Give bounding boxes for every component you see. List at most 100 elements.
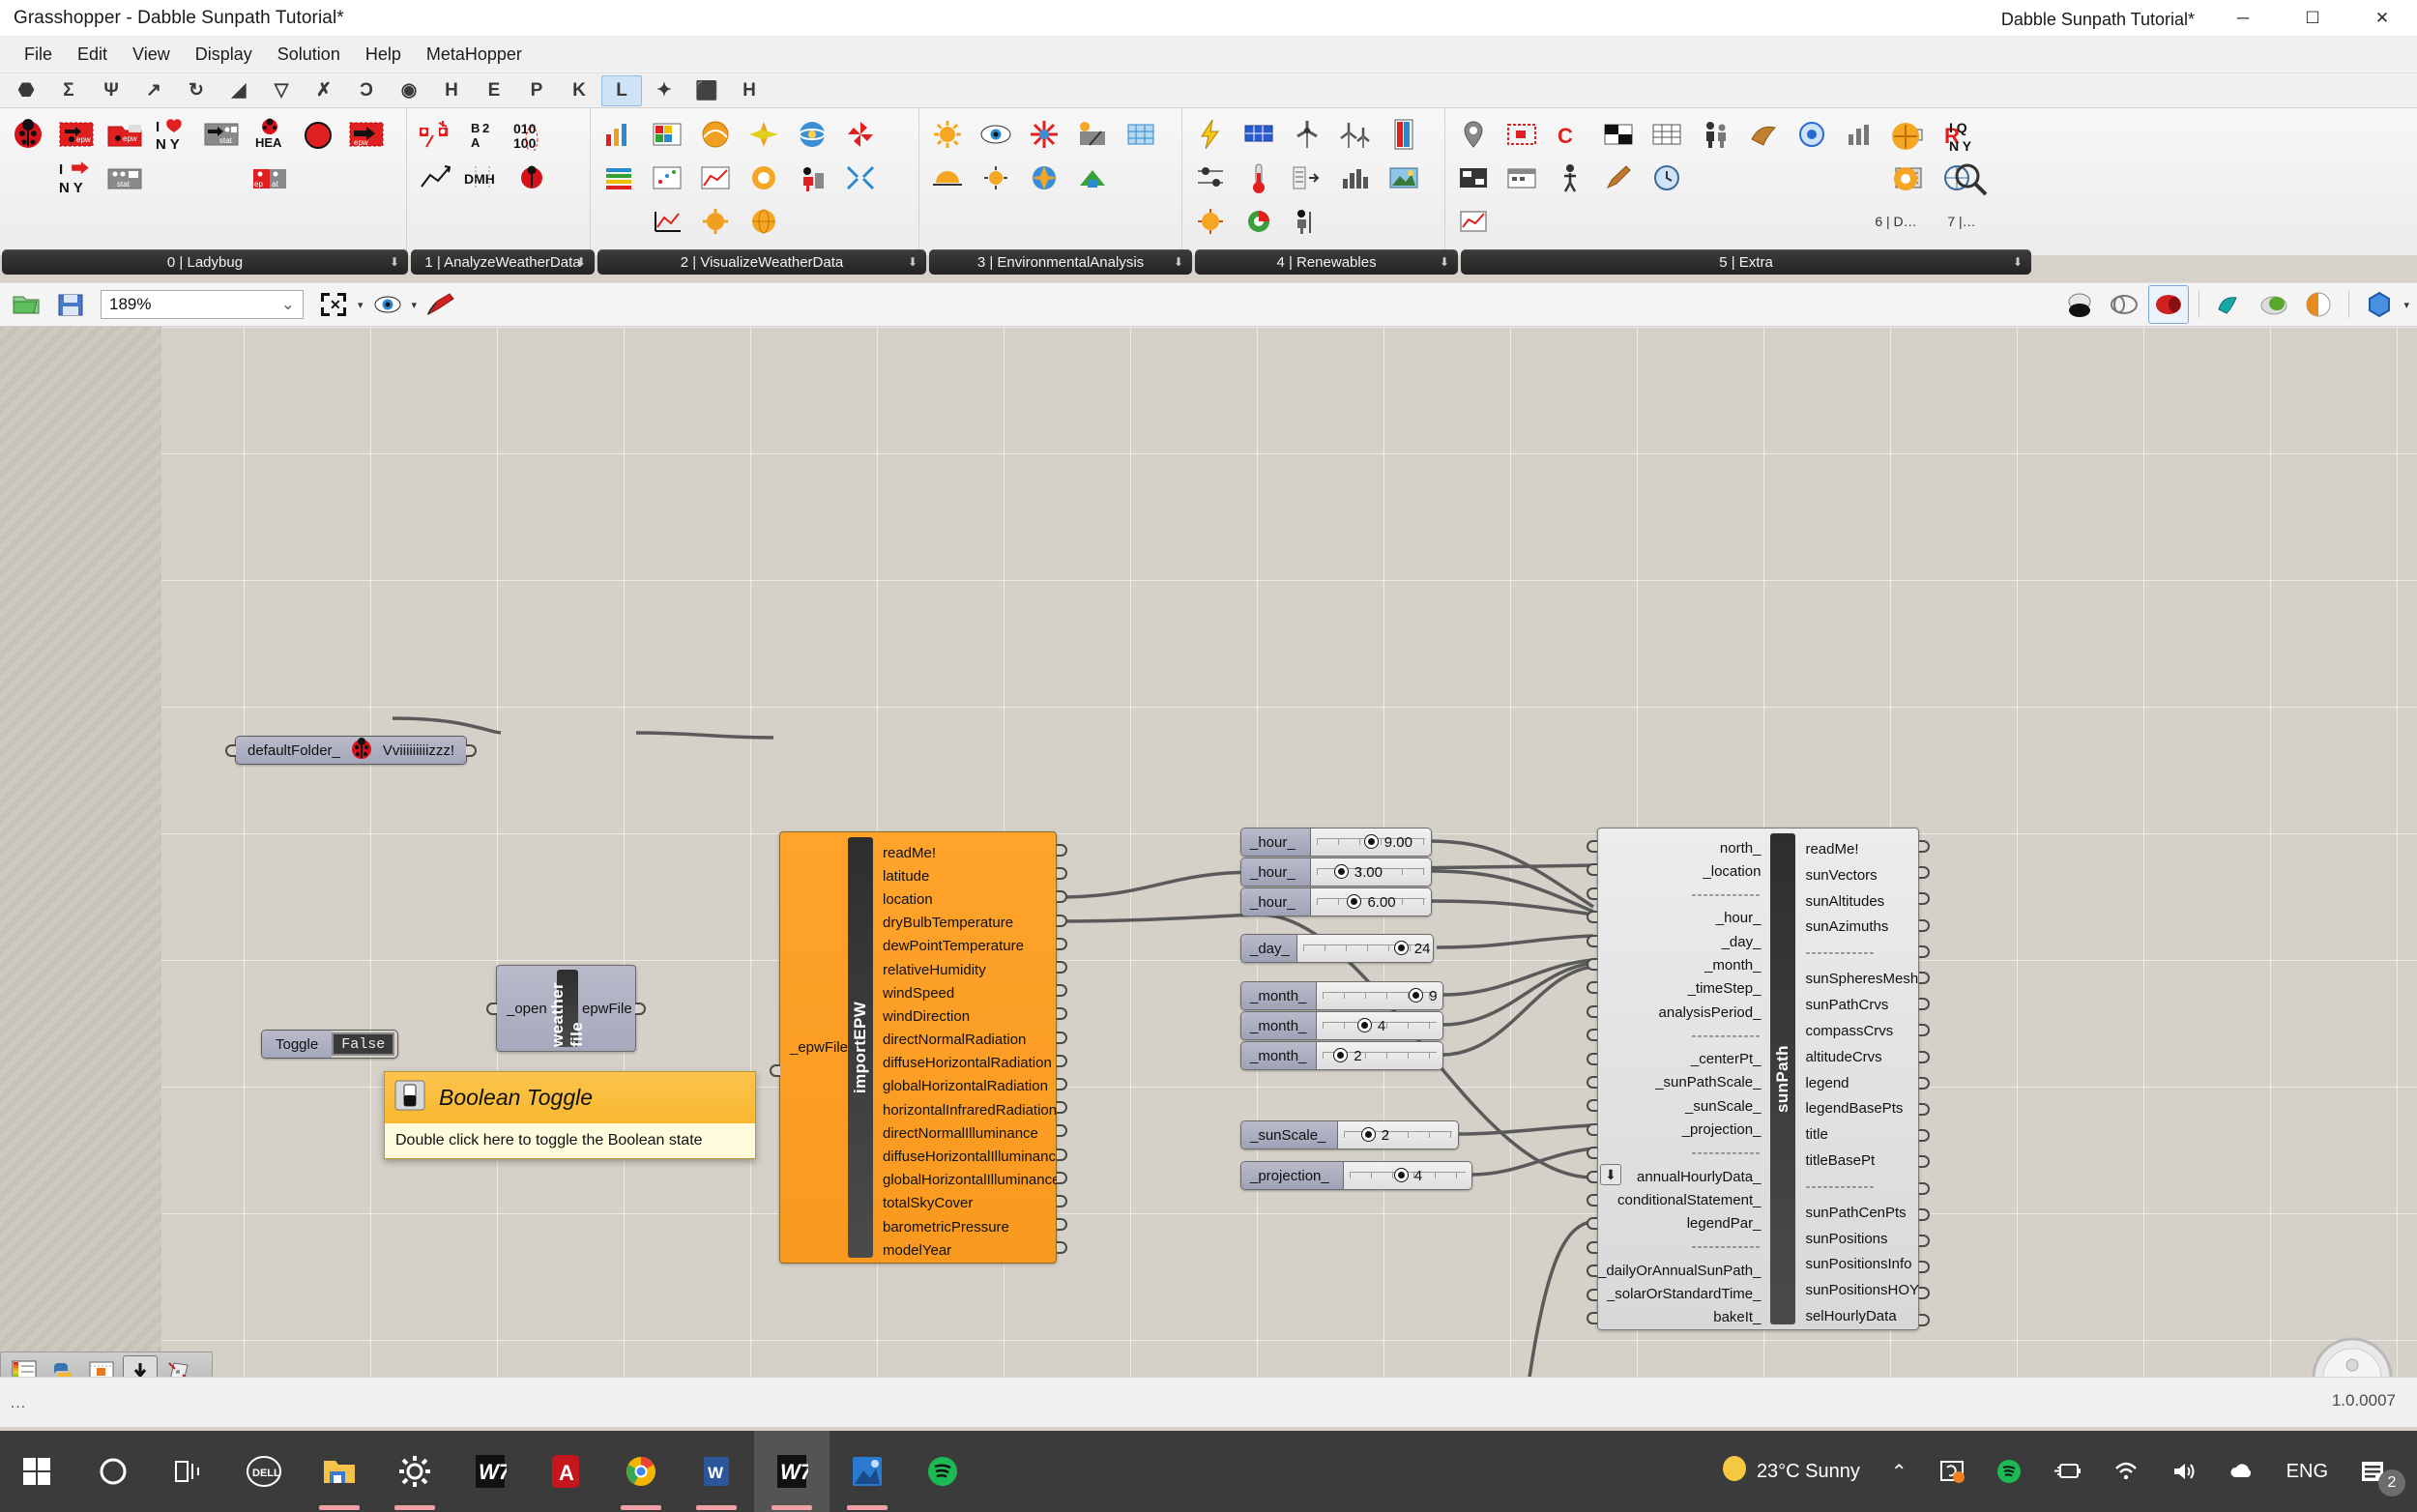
sunpath-input-nub-14[interactable]: [1587, 1171, 1597, 1183]
stat-import-icon[interactable]: stat: [197, 112, 246, 156]
menu-solution[interactable]: Solution: [265, 41, 353, 69]
sun-small-icon[interactable]: [972, 156, 1020, 199]
close-button[interactable]: ✕: [2347, 0, 2417, 37]
table-icon[interactable]: [1643, 112, 1691, 156]
month-slider-2-track[interactable]: 4: [1317, 1012, 1442, 1039]
people-icon[interactable]: [1691, 112, 1739, 156]
ladybug-red-icon[interactable]: [294, 112, 342, 156]
projection-slider-output-nub[interactable]: [1471, 1169, 1472, 1181]
sunpath-input-nub-7[interactable]: [1587, 1005, 1597, 1018]
sunpath-output-nub-13[interactable]: [1919, 1182, 1930, 1195]
month-slider-2[interactable]: _month_4: [1240, 1011, 1443, 1040]
ladybug-tab[interactable]: L: [601, 75, 642, 106]
data-list-icon[interactable]: [1283, 156, 1331, 199]
sunpath-input-nub-0[interactable]: [1587, 840, 1597, 853]
import-epw-input-nub[interactable]: [770, 1064, 780, 1077]
day-slider[interactable]: _day_24: [1240, 934, 1434, 963]
blue-target-icon[interactable]: [1788, 112, 1836, 156]
zoom-extents-icon[interactable]: ✕: [313, 285, 354, 324]
sunpath-input-nub-18[interactable]: [1587, 1265, 1597, 1277]
histogram-icon[interactable]: [1331, 156, 1380, 199]
ribbon-tab-2[interactable]: 2 | VisualizeWeatherData⬇: [597, 249, 926, 275]
projection-slider-track[interactable]: 4: [1344, 1162, 1471, 1189]
sunpath-input-nub-12[interactable]: [1587, 1123, 1597, 1136]
wind-turbine-icon[interactable]: [1283, 112, 1331, 156]
sunpath-output-2[interactable]: sunAltitudes: [1795, 888, 1919, 915]
intersect-tab[interactable]: ✗: [304, 75, 344, 106]
sunpath-output-8[interactable]: altitudeCrvs: [1795, 1044, 1919, 1070]
onedrive-sync-icon[interactable]: [1923, 1431, 1981, 1512]
wireframe-preview-icon[interactable]: [2104, 285, 2144, 324]
import-epw-output-6[interactable]: windSpeed: [873, 981, 1056, 1004]
sunscale-slider-output-nub[interactable]: [1458, 1128, 1459, 1141]
radiation-rose-icon[interactable]: [836, 112, 885, 156]
sunpath-input-nub-10[interactable]: [1587, 1076, 1597, 1089]
import-epw-output-nub-3[interactable]: [1057, 915, 1067, 927]
sunpath-input-nub-6[interactable]: [1587, 981, 1597, 994]
sunpath-output-16[interactable]: sunPositionsInfo: [1795, 1252, 1919, 1278]
human-tab[interactable]: H: [729, 75, 770, 106]
import-epw-output-17[interactable]: modelYear: [873, 1238, 1056, 1262]
import-epw-output-13[interactable]: diffuseHorizontalIlluminance: [873, 1145, 1056, 1168]
menu-view[interactable]: View: [120, 41, 183, 69]
import-epw-output-3[interactable]: dryBulbTemperature: [873, 912, 1056, 935]
epw-arrow-icon[interactable]: epw: [342, 112, 391, 156]
sunpath-output-nub-18[interactable]: [1919, 1314, 1930, 1326]
import-epw-output-8[interactable]: directNormalRadiation: [873, 1029, 1056, 1052]
import-epw-output-15[interactable]: totalSkyCover: [873, 1192, 1056, 1215]
sunpath-input-nub-3[interactable]: [1587, 911, 1597, 923]
word-icon[interactable]: W: [679, 1431, 754, 1512]
globe-icon[interactable]: [740, 199, 788, 243]
hour-slider-2-track[interactable]: 3.00: [1311, 858, 1431, 886]
photos-icon[interactable]: [830, 1431, 905, 1512]
bar-chart-small-icon[interactable]: [1836, 112, 1884, 156]
battery-icon[interactable]: [2037, 1431, 2097, 1512]
sunpath-input-nub-9[interactable]: [1587, 1053, 1597, 1065]
weather-widget[interactable]: 23°C Sunny: [1704, 1431, 1876, 1512]
import-epw-output-0[interactable]: readMe!: [873, 841, 1056, 864]
sun-rays-icon[interactable]: [923, 112, 972, 156]
iq-ny-icon[interactable]: I QN Y: [1947, 114, 1995, 158]
sunpath-input-12[interactable]: _projection_: [1598, 1118, 1770, 1141]
stat-file-icon[interactable]: stat: [101, 156, 149, 199]
bar-sliders-icon[interactable]: [1186, 156, 1235, 199]
chevron-down-icon[interactable]: ⬇: [1174, 255, 1183, 269]
open-weather-file-component[interactable]: _open weather file epwFile: [496, 965, 636, 1052]
import-epw-output-nub-8[interactable]: [1057, 1032, 1067, 1044]
preview-eye-icon[interactable]: [367, 285, 408, 324]
boolean-toggle[interactable]: Toggle False: [261, 1030, 398, 1059]
sunpath-input-15[interactable]: conditionalStatement_: [1598, 1188, 1770, 1211]
color-gradient-icon[interactable]: [1380, 112, 1428, 156]
sunpath-output-15[interactable]: sunPositions: [1795, 1226, 1919, 1252]
sunpath-input-16[interactable]: legendPar_: [1598, 1212, 1770, 1236]
honeybee-tab[interactable]: H: [431, 75, 472, 106]
hour-slider-3-track[interactable]: 6.00: [1311, 888, 1431, 916]
select-rect-icon[interactable]: [1498, 112, 1546, 156]
sphere-preview-icon[interactable]: [2359, 285, 2400, 324]
ribbon-tab-1[interactable]: 1 | AnalyzeWeatherData⬇: [411, 249, 595, 275]
wifi-icon[interactable]: [2097, 1431, 2155, 1512]
month-slider-3-grip[interactable]: [1334, 1049, 1347, 1061]
import-epw-output-12[interactable]: directNormalIlluminance: [873, 1121, 1056, 1145]
hour-slider-1-output-nub[interactable]: [1431, 835, 1432, 848]
menu-help[interactable]: Help: [353, 41, 414, 69]
custom-preview-icon[interactable]: [2254, 285, 2294, 324]
sunpath-output-11[interactable]: title: [1795, 1121, 1919, 1148]
ladybug-icon[interactable]: [4, 112, 52, 156]
sun-orange-icon[interactable]: [1186, 199, 1235, 243]
import-epw-output-11[interactable]: horizontalInfraredRadiation: [873, 1098, 1056, 1121]
green-roof-icon[interactable]: [1068, 156, 1117, 199]
maximize-button[interactable]: ☐: [2278, 0, 2347, 37]
annual-hourly-data-flatten-icon[interactable]: ⬇: [1600, 1164, 1621, 1185]
sunscale-slider-track[interactable]: 2: [1338, 1121, 1458, 1149]
import-epw-output-9[interactable]: diffuseHorizontalRadiation: [873, 1052, 1056, 1075]
turbine-array-icon[interactable]: [1331, 112, 1380, 156]
zoom-extents-dropdown[interactable]: ▾: [358, 299, 364, 311]
epw-download-icon[interactable]: epw: [52, 112, 101, 156]
pollination-tab[interactable]: P: [516, 75, 557, 106]
chair-icon[interactable]: [788, 156, 836, 199]
image-preview-icon[interactable]: [1380, 156, 1428, 199]
spotify-tray-icon[interactable]: [1981, 1431, 2037, 1512]
day-slider-grip[interactable]: [1395, 942, 1408, 954]
acrobat-icon[interactable]: A: [528, 1431, 603, 1512]
